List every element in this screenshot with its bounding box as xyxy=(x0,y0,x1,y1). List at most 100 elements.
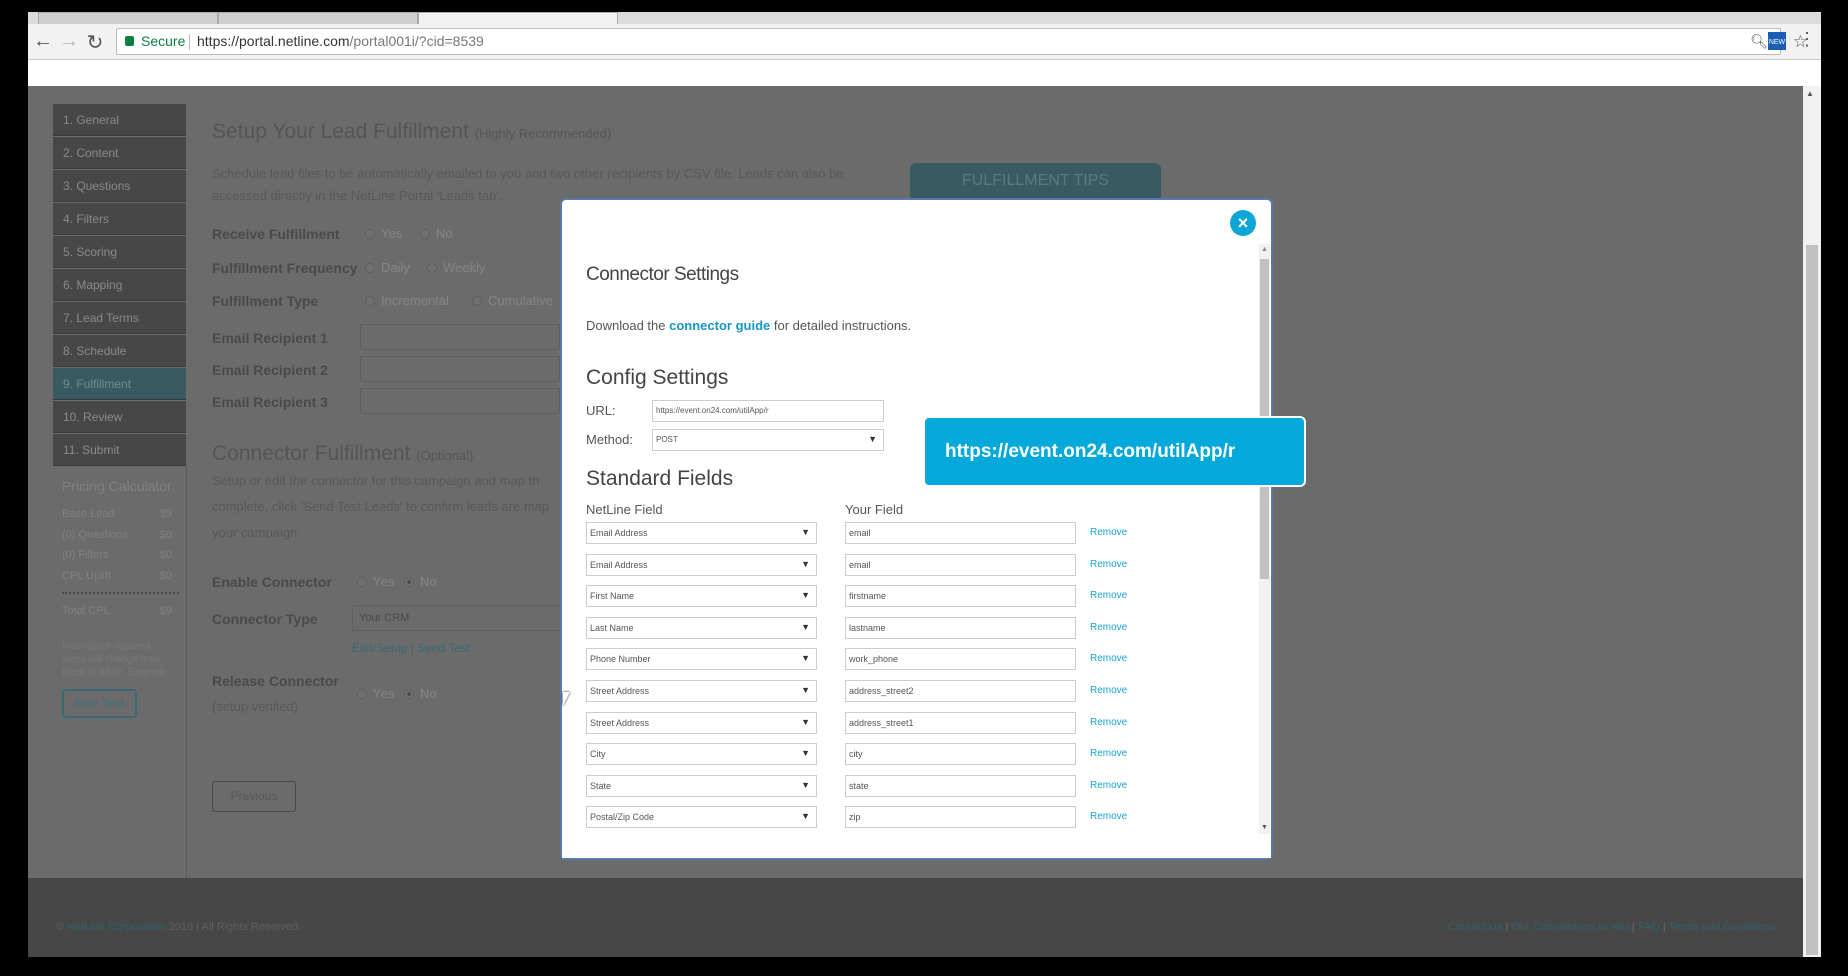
sidebar-item[interactable]: 8. Schedule xyxy=(53,335,186,367)
sidebar-item[interactable]: 2. Content xyxy=(53,137,186,169)
scroll-down-icon[interactable]: ▼ xyxy=(1261,824,1268,831)
your-field-input[interactable]: email xyxy=(845,553,1076,576)
frequency-label: Fulfillment Frequency xyxy=(212,260,358,276)
netline-field-select[interactable]: City ▼ xyxy=(586,743,817,766)
browser-tab-active[interactable] xyxy=(418,12,618,24)
enable-yes-radio[interactable]: Yes xyxy=(357,574,394,589)
zoom-icon[interactable]: 🔍︎ xyxy=(1750,29,1768,54)
select-value: Postal/Zip Code xyxy=(590,812,655,823)
sidebar-item[interactable]: 3. Questions xyxy=(53,170,186,202)
incremental-radio[interactable]: Incremental xyxy=(365,293,449,308)
rights-text: 2018 | All Rights Reserved. xyxy=(165,921,302,933)
browser-tab[interactable] xyxy=(218,12,418,24)
sidebar-item[interactable]: 4. Filters xyxy=(53,203,186,235)
remove-link[interactable]: Remove xyxy=(1090,559,1127,570)
remove-link[interactable]: Remove xyxy=(1090,685,1127,696)
pricing-value: $0 xyxy=(159,529,172,541)
url-input[interactable]: https://event.on24.com/utilApp/r xyxy=(652,400,884,422)
enable-no-radio[interactable]: No xyxy=(404,574,437,589)
your-field-input[interactable]: lastname xyxy=(845,616,1076,639)
sidebar-item[interactable]: 9. Fulfillment xyxy=(53,368,186,400)
release-yes-radio[interactable]: Yes xyxy=(357,686,394,701)
sidebar-item[interactable]: 11. Submit xyxy=(53,434,186,466)
contact-us-link[interactable]: Contact Us xyxy=(1448,921,1502,933)
netline-field-select[interactable]: First Name ▼ xyxy=(586,585,817,608)
remove-link[interactable]: Remove xyxy=(1090,622,1127,633)
title-suffix: (Optional) xyxy=(416,448,474,463)
scroll-up-icon[interactable]: ▲ xyxy=(1261,246,1268,253)
commitment-link[interactable]: Our Commitment to You xyxy=(1511,921,1628,933)
sidebar-item[interactable]: 7. Lead Terms xyxy=(53,302,186,334)
cumulative-radio[interactable]: Cumulative xyxy=(472,293,553,308)
your-field-input[interactable]: city xyxy=(845,743,1076,766)
fulfillment-tips-button[interactable]: FULFILLMENT TIPS xyxy=(910,163,1161,203)
release-no-radio[interactable]: No xyxy=(404,686,437,701)
close-icon[interactable]: × xyxy=(1230,210,1256,236)
email-recipient-2-input[interactable] xyxy=(360,356,560,382)
terms-link[interactable]: Terms and Conditions xyxy=(1669,921,1775,933)
netline-field-select[interactable]: Street Address ▼ xyxy=(586,711,817,734)
netline-field-select[interactable]: Last Name ▼ xyxy=(586,616,817,639)
netline-field-select[interactable]: Email Address ▼ xyxy=(586,522,817,544)
remove-link[interactable]: Remove xyxy=(1090,653,1127,664)
footer-links: Contact Us | Our Commitment to You | FAQ… xyxy=(1448,921,1775,933)
your-field-input[interactable]: address_street1 xyxy=(845,711,1076,734)
email-recipient-3-input[interactable] xyxy=(360,388,560,414)
scroll-up-icon[interactable]: ▲ xyxy=(1806,89,1814,98)
send-test-link[interactable]: Send Test xyxy=(417,641,470,655)
netline-field-select[interactable]: State ▼ xyxy=(586,774,817,797)
text: for detailed instructions. xyxy=(770,318,912,333)
sidebar-item[interactable]: 6. Mapping xyxy=(53,269,186,301)
company-link[interactable]: NetLine Corporation xyxy=(67,921,165,933)
your-field-input[interactable]: state xyxy=(845,774,1076,797)
faq-link[interactable]: FAQ xyxy=(1638,921,1660,933)
browser-tab[interactable] xyxy=(38,12,218,24)
your-field-input[interactable]: work_phone xyxy=(845,648,1076,671)
radio-label: No xyxy=(436,226,453,241)
sidebar-item[interactable]: 10. Review xyxy=(53,401,186,433)
remove-link[interactable]: Remove xyxy=(1090,748,1127,759)
remove-link[interactable]: Remove xyxy=(1090,780,1127,791)
netline-field-select[interactable]: Phone Number ▼ xyxy=(586,648,817,671)
remove-link[interactable]: Remove xyxy=(1090,811,1127,822)
sidebar-item[interactable]: 1. General xyxy=(53,104,186,136)
your-field-input[interactable]: zip xyxy=(845,806,1076,829)
select-value: State xyxy=(590,780,612,791)
email-recipient-1-label: Email Recipient 1 xyxy=(212,330,328,346)
method-select[interactable]: POST ▼ xyxy=(652,429,884,451)
chevron-down-icon: ▼ xyxy=(801,748,810,759)
your-field-input[interactable]: firstname xyxy=(845,585,1076,608)
pricing-value: $9 xyxy=(159,508,172,520)
weekly-radio[interactable]: Weekly xyxy=(427,260,485,275)
forward-icon[interactable]: → xyxy=(58,30,80,53)
netline-field-select[interactable]: Postal/Zip Code ▼ xyxy=(586,806,817,829)
your-field-input[interactable]: email xyxy=(845,522,1076,544)
back-icon[interactable]: ← xyxy=(32,30,54,53)
connector-guide-link[interactable]: connector guide xyxy=(669,318,770,333)
daily-radio[interactable]: Daily xyxy=(365,260,410,275)
extension-icon[interactable]: NEW xyxy=(1768,32,1786,50)
select-value: Phone Number xyxy=(590,654,651,665)
netline-field-select[interactable]: Street Address ▼ xyxy=(586,680,817,702)
netline-field-select[interactable]: Email Address ▼ xyxy=(586,553,817,576)
previous-button[interactable]: Previous xyxy=(212,781,296,812)
connector-desc: complete, click 'Send Test Leads' to con… xyxy=(212,499,550,514)
pricing-value: $0 xyxy=(159,549,172,561)
reload-icon[interactable]: ↻ xyxy=(84,30,106,55)
sidebar-item[interactable]: 5. Scoring xyxy=(53,236,186,268)
receive-no-radio[interactable]: No xyxy=(420,226,453,241)
copyright: © NetLine Corporation 2018 | All Rights … xyxy=(56,921,301,933)
remove-link[interactable]: Remove xyxy=(1090,717,1127,728)
remove-link[interactable]: Remove xyxy=(1090,527,1127,538)
page-scrollbar-thumb[interactable] xyxy=(1806,245,1818,955)
edit-setup-link[interactable]: Edit/Setup xyxy=(352,641,407,655)
menu-icon[interactable]: ⋮ xyxy=(1798,29,1816,50)
receive-yes-radio[interactable]: Yes xyxy=(365,226,402,241)
your-field-input[interactable]: address_street2 xyxy=(845,680,1076,702)
radio-label: No xyxy=(420,686,437,701)
address-bar[interactable]: Secure https://portal.netline.com/portal… xyxy=(116,28,1808,55)
remove-link[interactable]: Remove xyxy=(1090,590,1127,601)
connector-type-select[interactable]: Your CRM xyxy=(352,605,562,631)
select-value: Email Address xyxy=(590,559,648,570)
email-recipient-1-input[interactable] xyxy=(360,324,560,350)
